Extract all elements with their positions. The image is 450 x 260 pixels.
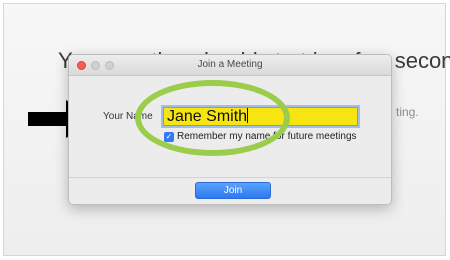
background-subtext: ting.	[396, 105, 419, 119]
dialog-title: Join a Meeting	[197, 59, 263, 70]
dialog-titlebar: Join a Meeting	[69, 55, 391, 76]
highlight-circle-annotation	[135, 80, 290, 156]
dialog-divider	[69, 177, 391, 178]
join-button[interactable]: Join	[195, 182, 271, 199]
